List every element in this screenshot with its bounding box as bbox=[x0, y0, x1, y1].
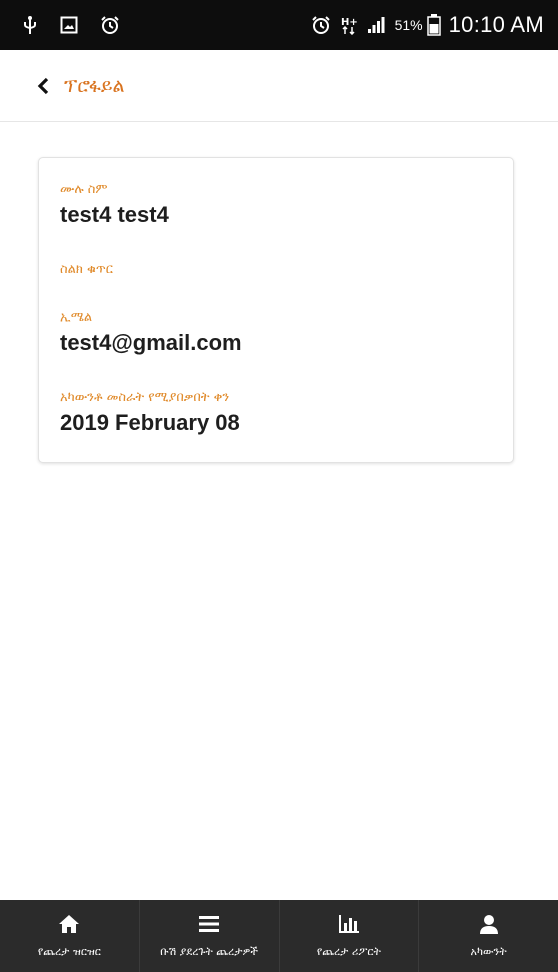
battery-percent: 51% bbox=[394, 17, 423, 33]
page-title: ፕሮፋይል bbox=[64, 74, 125, 97]
expiry-date-field: አካውንቶ መስራት የሚያበቃበት ቀን 2019 February 08 bbox=[60, 390, 240, 436]
bottom-nav: የጨረታ ዝርዝር ቡሽ ያደረጉት ጨረታዎች የጨረታ ሪፖርት አካውንት bbox=[0, 900, 558, 972]
nav-item-bookmarked-tenders[interactable]: ቡሽ ያደረጉት ጨረታዎች bbox=[140, 900, 280, 972]
alarm-icon bbox=[100, 15, 120, 35]
profile-screen: H+ 51% 10:10 AM ፕሮፋይል ሙሉ ስም test4 test4 … bbox=[0, 0, 558, 972]
nav-label-account: አካውንት bbox=[470, 945, 507, 958]
expiry-date-value: 2019 February 08 bbox=[60, 410, 240, 435]
battery-icon bbox=[426, 14, 441, 36]
email-field: ኢሜል test4@gmail.com bbox=[60, 310, 242, 356]
full-name-value: test4 test4 bbox=[60, 202, 169, 227]
status-clock: 10:10 AM bbox=[448, 12, 544, 37]
full-name-label: ሙሉ ስም bbox=[60, 182, 108, 197]
status-right-icons: H+ 51% 10:10 AM bbox=[301, 12, 544, 38]
home-icon bbox=[58, 913, 80, 935]
nav-item-tender-report[interactable]: የጨረታ ሪፖርት bbox=[280, 900, 420, 972]
full-name-field: ሙሉ ስም test4 test4 bbox=[60, 182, 169, 228]
chevron-left-icon[interactable] bbox=[34, 77, 52, 95]
profile-card: ሙሉ ስም test4 test4 ስልክ ቁጥር ኢሜል test4@gmai… bbox=[38, 157, 514, 463]
status-bar: H+ 51% 10:10 AM bbox=[0, 0, 558, 50]
expiry-date-label: አካውንቶ መስራት የሚያበቃበት ቀን bbox=[60, 390, 230, 405]
svg-text:H+: H+ bbox=[341, 17, 357, 28]
app-header: ፕሮፋይል bbox=[0, 50, 558, 122]
email-label: ኢሜል bbox=[60, 310, 93, 325]
signal-icon bbox=[367, 16, 385, 34]
usb-icon bbox=[22, 15, 38, 35]
phone-field: ስልክ ቁጥር bbox=[60, 262, 113, 282]
nav-item-account[interactable]: አካውንት bbox=[419, 900, 558, 972]
nav-label-tender-report: የጨረታ ሪፖርት bbox=[316, 945, 381, 958]
gallery-icon bbox=[60, 16, 78, 34]
status-left-icons bbox=[22, 15, 142, 35]
menu-icon bbox=[198, 913, 220, 935]
nav-item-tender-list[interactable]: የጨረታ ዝርዝር bbox=[0, 900, 140, 972]
nav-label-bookmarked-tenders: ቡሽ ያደረጉት ጨረታዎች bbox=[160, 945, 258, 958]
back-button[interactable]: ፕሮፋይል bbox=[34, 75, 125, 97]
phone-label: ስልክ ቁጥር bbox=[60, 262, 113, 277]
alarm-icon bbox=[311, 15, 331, 35]
nav-label-tender-list: የጨረታ ዝርዝር bbox=[37, 945, 101, 958]
hplus-data-icon: H+ bbox=[341, 15, 357, 35]
user-icon bbox=[479, 913, 499, 935]
email-value: test4@gmail.com bbox=[60, 330, 242, 355]
bar-chart-icon bbox=[338, 913, 360, 935]
